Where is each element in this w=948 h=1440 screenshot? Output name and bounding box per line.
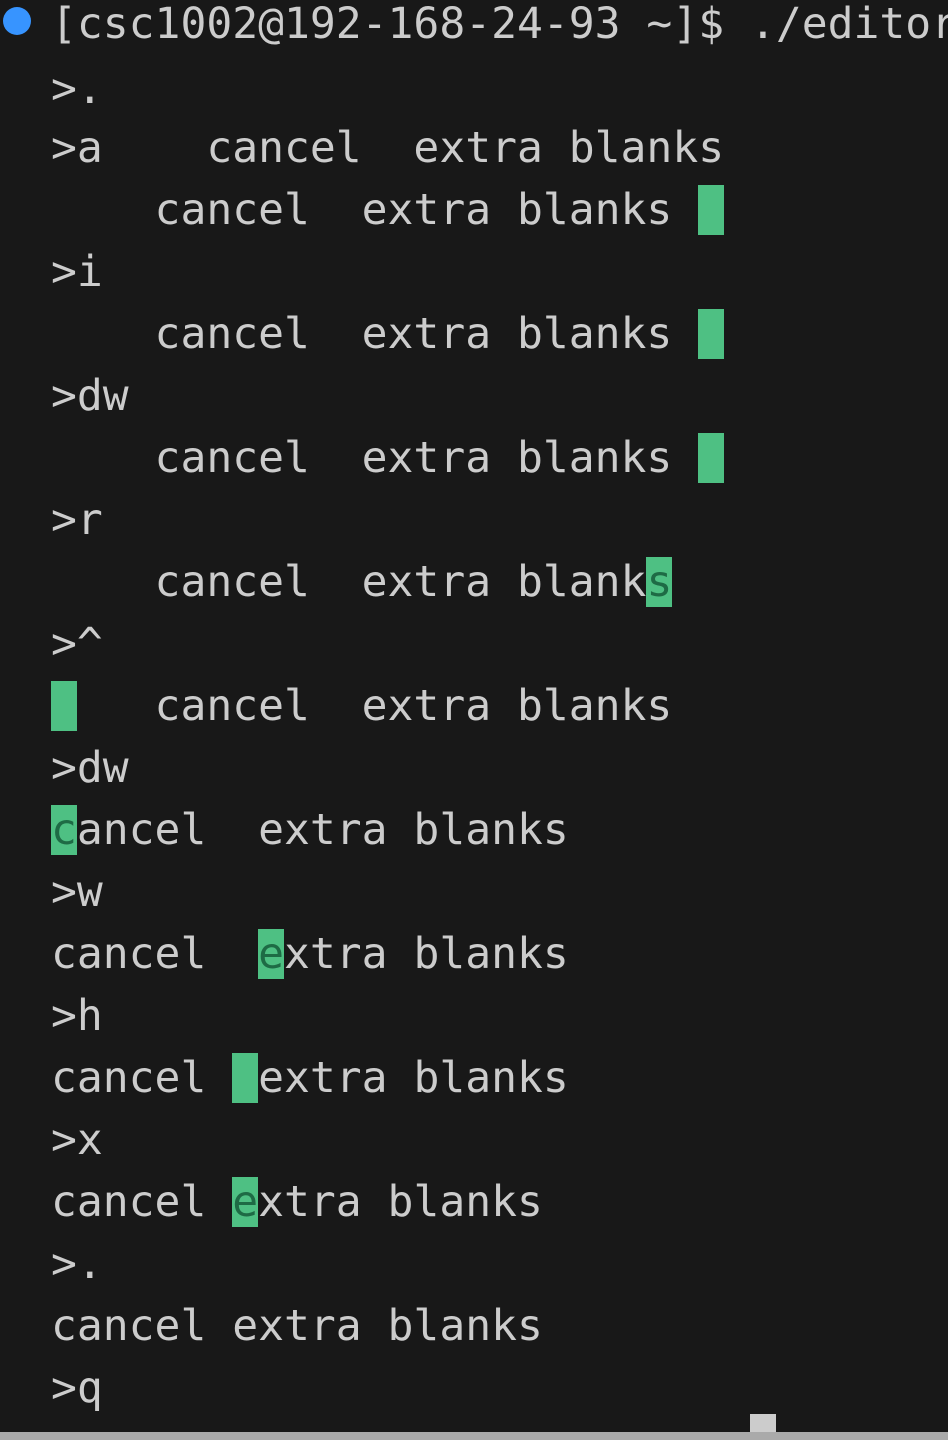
output-text: cancel extra blanks — [51, 309, 699, 359]
text-cursor — [698, 433, 725, 483]
output-line: cancel extra blanks — [51, 1177, 543, 1227]
output-text: cancel extra blanks — [51, 433, 699, 483]
command-line: >. — [51, 64, 103, 114]
terminal-window[interactable]: [csc1002@192-168-24-93 ~]$ ./editor >. >… — [0, 0, 948, 1440]
text-cursor: c — [51, 805, 77, 855]
text-cursor — [51, 681, 77, 731]
output-line: cancel extra blanks — [51, 1053, 569, 1103]
output-line: cancel extra blanks — [51, 675, 672, 737]
output-line: cancel extra blanks — [51, 303, 725, 365]
output-text: cancel extra blanks — [51, 185, 699, 235]
command-line: >h — [51, 991, 103, 1041]
command-line: >q — [51, 1363, 103, 1413]
terminal-bottom-edge — [0, 1432, 948, 1440]
output-line: cancel extra blanks — [51, 929, 569, 979]
output-line: cancel extra blanks — [51, 427, 725, 489]
output-line: cancel extra blanks — [51, 805, 569, 855]
command-line: >. — [51, 1239, 103, 1289]
output-line: cancel extra blanks — [51, 179, 725, 241]
text-cursor: e — [232, 1177, 259, 1227]
prompt-line: [csc1002@192-168-24-93 ~]$ ./editor — [51, 0, 948, 49]
command-status-dot-icon[interactable] — [3, 7, 31, 35]
text-cursor — [232, 1053, 259, 1103]
command-line: >dw — [51, 371, 129, 421]
command-line: >^ — [51, 619, 103, 669]
command-line: >i — [51, 247, 103, 297]
output-line: cancel extra blanks — [51, 1301, 543, 1351]
text-cursor: e — [258, 929, 284, 979]
command-line: >a cancel extra blanks — [51, 123, 725, 173]
text-cursor — [698, 309, 725, 359]
command-line: >w — [51, 867, 103, 917]
text-cursor: s — [646, 557, 673, 607]
command-line: >dw — [51, 743, 129, 793]
text-cursor — [698, 185, 725, 235]
output-line: cancel extra blanks — [51, 557, 673, 607]
command-line: >r — [51, 495, 103, 545]
command-line: >x — [51, 1115, 103, 1165]
